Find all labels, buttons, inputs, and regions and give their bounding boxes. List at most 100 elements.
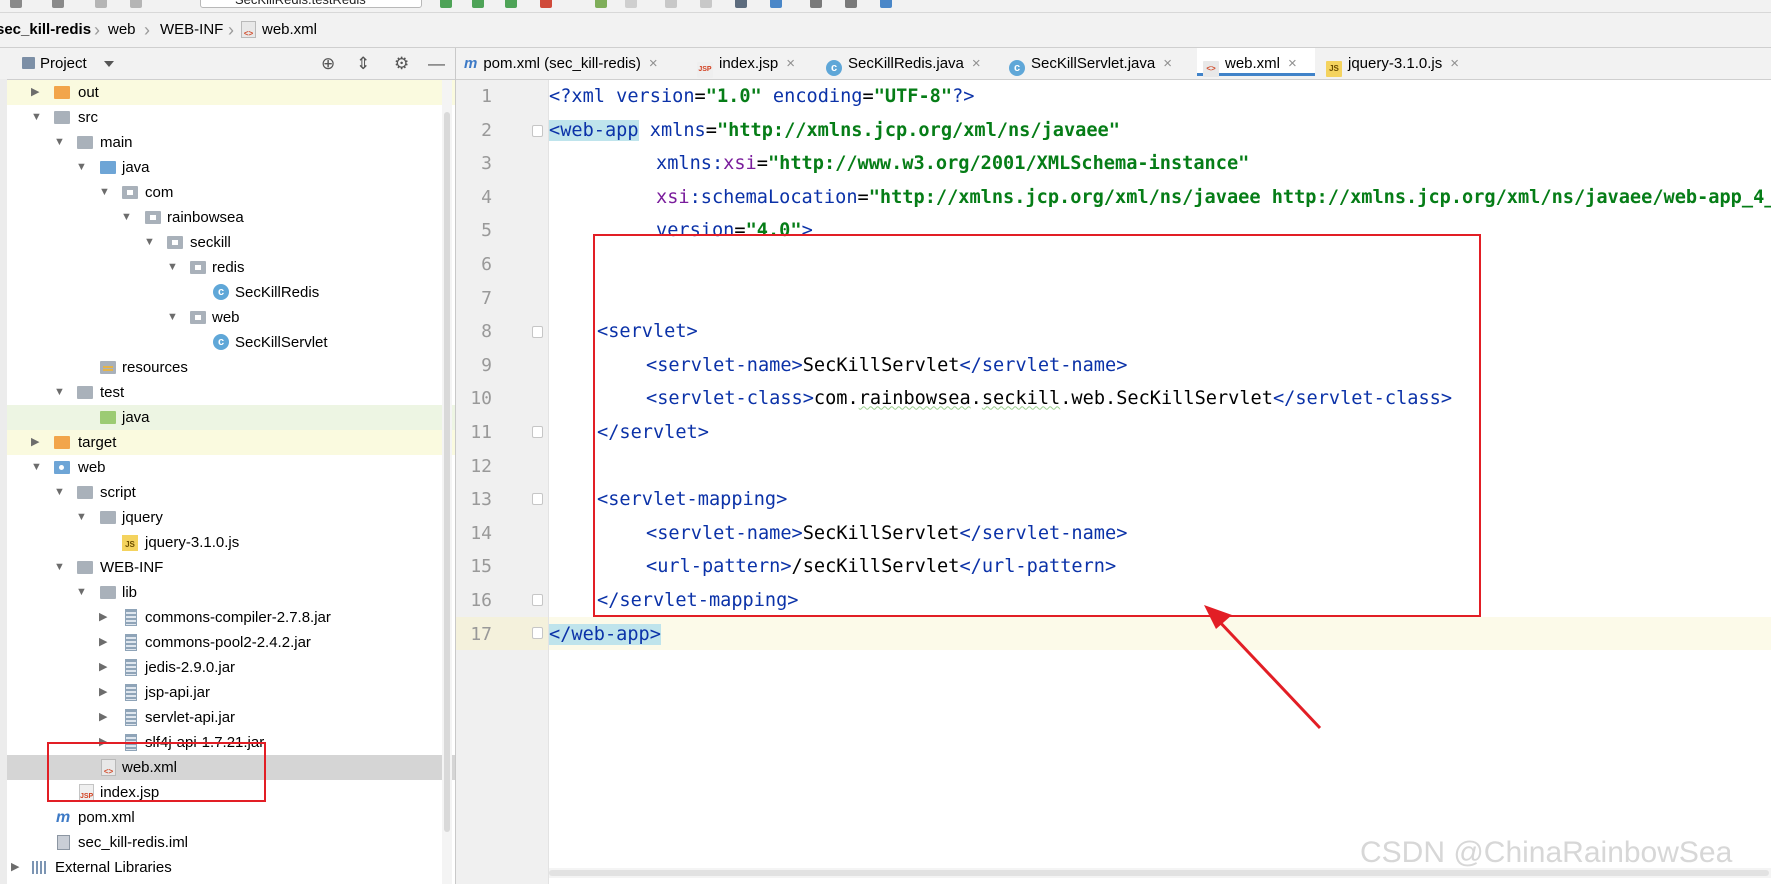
close-icon[interactable]: × bbox=[649, 55, 658, 72]
tree-item-web-package[interactable]: ▼ web bbox=[7, 305, 455, 330]
settings-wrench-icon[interactable] bbox=[735, 0, 747, 8]
tab-pom-xml[interactable]: m pom.xml (sec_kill-redis) × bbox=[464, 48, 685, 79]
coverage-icon[interactable] bbox=[505, 0, 517, 8]
translate-icon[interactable] bbox=[880, 0, 892, 8]
close-icon[interactable]: × bbox=[972, 55, 981, 72]
open-icon[interactable] bbox=[10, 0, 22, 8]
tree-item-external-libraries[interactable]: ▶ External Libraries bbox=[7, 855, 455, 880]
fold-marker-icon[interactable] bbox=[532, 493, 543, 505]
tree-item-seckillredis[interactable]: c SecKillRedis bbox=[7, 280, 455, 305]
chevron-right-icon[interactable]: ▶ bbox=[99, 630, 107, 655]
tree-item-java[interactable]: ▼ java bbox=[7, 155, 455, 180]
tree-item-test[interactable]: ▼ test bbox=[7, 380, 455, 405]
tree-item-test-java[interactable]: java bbox=[7, 405, 455, 430]
breadcrumb-file[interactable]: web.xml bbox=[262, 13, 317, 47]
breadcrumb-web-inf[interactable]: WEB-INF bbox=[160, 13, 223, 47]
chevron-right-icon[interactable]: ▶ bbox=[99, 705, 107, 730]
chevron-down-icon[interactable]: ▼ bbox=[99, 180, 110, 205]
search-icon[interactable] bbox=[845, 0, 857, 8]
chevron-down-icon[interactable]: ▼ bbox=[31, 455, 42, 480]
fold-marker-icon[interactable] bbox=[532, 125, 543, 137]
tab-seckillservlet-java[interactable]: c SecKillServlet.java × bbox=[1009, 48, 1192, 79]
tab-jquery-js[interactable]: JS jquery-3.1.0.js × bbox=[1326, 48, 1476, 79]
sdk-icon[interactable] bbox=[810, 0, 822, 8]
project-structure-icon[interactable] bbox=[770, 0, 782, 8]
profile-icon[interactable] bbox=[540, 0, 552, 8]
stop-icon[interactable] bbox=[625, 0, 637, 8]
chevron-down-icon[interactable]: ▼ bbox=[54, 380, 65, 405]
tree-item-pom-xml[interactable]: m pom.xml bbox=[7, 805, 455, 830]
tree-item-jquery-js[interactable]: JS jquery-3.1.0.js bbox=[7, 530, 455, 555]
chevron-down-icon[interactable]: ▼ bbox=[76, 505, 87, 530]
tree-item-jar[interactable]: ▶ commons-pool2-2.4.2.jar bbox=[7, 630, 455, 655]
debug-icon[interactable] bbox=[472, 0, 484, 8]
tree-scrollbar[interactable] bbox=[442, 80, 452, 884]
chevron-down-icon[interactable]: ▼ bbox=[54, 480, 65, 505]
tree-item-web[interactable]: ▼ web bbox=[7, 455, 455, 480]
tab-web-xml[interactable]: <> web.xml × bbox=[1197, 48, 1315, 77]
chevron-down-icon[interactable]: ▼ bbox=[167, 255, 178, 280]
editor-scrollbar-thumb[interactable] bbox=[549, 870, 1769, 876]
chevron-down-icon[interactable]: ▼ bbox=[54, 555, 65, 580]
fold-marker-icon[interactable] bbox=[532, 594, 543, 606]
project-panel-title[interactable]: Project bbox=[40, 48, 87, 79]
fold-marker-icon[interactable] bbox=[532, 426, 543, 438]
chevron-right-icon[interactable]: ▶ bbox=[99, 605, 107, 630]
chevron-right-icon[interactable]: ▶ bbox=[99, 655, 107, 680]
tree-item-src[interactable]: ▼ src bbox=[7, 105, 455, 130]
tree-item-redis[interactable]: ▼ redis bbox=[7, 255, 455, 280]
tree-scrollbar-thumb[interactable] bbox=[444, 112, 450, 832]
run-icon[interactable] bbox=[440, 0, 452, 8]
tree-item-com[interactable]: ▼ com bbox=[7, 180, 455, 205]
chevron-down-icon[interactable]: ▼ bbox=[76, 155, 87, 180]
chevron-down-icon[interactable]: ▼ bbox=[76, 580, 87, 605]
chevron-down-icon[interactable]: ▼ bbox=[31, 105, 42, 130]
close-icon[interactable]: × bbox=[1288, 55, 1297, 72]
tree-item-out[interactable]: ▶ out bbox=[7, 80, 455, 105]
tree-item-target[interactable]: ▶ target bbox=[7, 430, 455, 455]
tree-item-main[interactable]: ▼ main bbox=[7, 130, 455, 155]
forward-icon[interactable] bbox=[130, 0, 142, 8]
minimize-icon[interactable]: — bbox=[428, 54, 445, 74]
tree-item-jar[interactable]: ▶ servlet-api.jar bbox=[7, 705, 455, 730]
chevron-down-icon[interactable] bbox=[104, 61, 114, 67]
tree-item-jar[interactable]: ▶ jsp-api.jar bbox=[7, 680, 455, 705]
chevron-right-icon[interactable]: ▶ bbox=[11, 855, 19, 880]
tree-item-seckillservlet[interactable]: c SecKillServlet bbox=[7, 330, 455, 355]
tree-item-script[interactable]: ▼ script bbox=[7, 480, 455, 505]
build-icon[interactable] bbox=[595, 0, 607, 8]
tree-item-rainbowsea[interactable]: ▼ rainbowsea bbox=[7, 205, 455, 230]
tree-item-jar[interactable]: ▶ jedis-2.9.0.jar bbox=[7, 655, 455, 680]
locate-icon[interactable]: ⊕ bbox=[321, 54, 335, 74]
collapse-all-icon[interactable]: ⇕ bbox=[356, 54, 370, 74]
tab-index-jsp[interactable]: JSP index.jsp × bbox=[697, 48, 811, 79]
close-icon[interactable]: × bbox=[1450, 55, 1459, 72]
chevron-down-icon[interactable]: ▼ bbox=[54, 130, 65, 155]
chevron-right-icon[interactable]: ▶ bbox=[31, 80, 39, 105]
git-push-icon[interactable] bbox=[700, 0, 712, 8]
tree-item-jquery[interactable]: ▼ jquery bbox=[7, 505, 455, 530]
run-configuration-select[interactable]: SecKillRedis.testRedis bbox=[200, 0, 422, 8]
tree-item-web-inf[interactable]: ▼ WEB-INF bbox=[7, 555, 455, 580]
breadcrumb-web[interactable]: web bbox=[108, 13, 136, 47]
save-icon[interactable] bbox=[52, 0, 64, 8]
tree-item-resources[interactable]: resources bbox=[7, 355, 455, 380]
gear-icon[interactable]: ⚙ bbox=[394, 54, 409, 74]
close-icon[interactable]: × bbox=[1163, 55, 1172, 72]
chevron-down-icon[interactable]: ▼ bbox=[144, 230, 155, 255]
chevron-right-icon[interactable]: ▶ bbox=[31, 430, 39, 455]
tab-seckillredis-java[interactable]: c SecKillRedis.java × bbox=[826, 48, 1001, 79]
breadcrumb-project[interactable]: sec_kill-redis bbox=[0, 13, 91, 47]
fold-marker-icon[interactable] bbox=[532, 326, 543, 338]
back-icon[interactable] bbox=[95, 0, 107, 8]
close-icon[interactable]: × bbox=[786, 55, 795, 72]
chevron-right-icon[interactable]: ▶ bbox=[99, 680, 107, 705]
chevron-down-icon[interactable]: ▼ bbox=[121, 205, 132, 230]
tree-item-lib[interactable]: ▼ lib bbox=[7, 580, 455, 605]
chevron-down-icon[interactable]: ▼ bbox=[167, 305, 178, 330]
git-update-icon[interactable] bbox=[665, 0, 677, 8]
fold-marker-icon[interactable] bbox=[532, 627, 543, 639]
tree-item-seckill[interactable]: ▼ seckill bbox=[7, 230, 455, 255]
tree-item-iml[interactable]: sec_kill-redis.iml bbox=[7, 830, 455, 855]
tree-item-jar[interactable]: ▶ commons-compiler-2.7.8.jar bbox=[7, 605, 455, 630]
